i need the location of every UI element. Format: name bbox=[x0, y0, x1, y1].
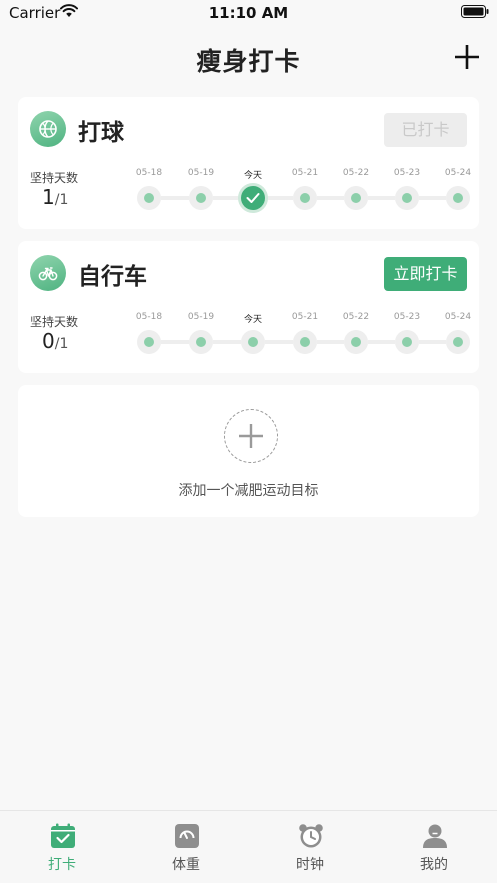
timeline-connector bbox=[419, 196, 446, 200]
check-in-now-button[interactable]: 立即打卡 bbox=[384, 257, 467, 291]
day-dot-inner bbox=[248, 337, 258, 347]
day-dot bbox=[395, 186, 419, 210]
tab-label: 打卡 bbox=[48, 857, 76, 873]
day-dot-inner bbox=[351, 193, 361, 203]
timeline-connector bbox=[368, 340, 395, 344]
day-label: 05-19 bbox=[187, 312, 215, 322]
day-dot bbox=[344, 330, 368, 354]
day-label: 05-23 bbox=[393, 312, 421, 322]
tab-weight[interactable]: 体重 bbox=[124, 811, 248, 883]
check-icon bbox=[246, 193, 260, 203]
day-dot bbox=[189, 330, 213, 354]
tab-bar: 打卡 体重 时钟 我的 bbox=[0, 810, 497, 883]
day-dot bbox=[446, 186, 470, 210]
streak-value: 1/1 bbox=[42, 185, 68, 209]
timeline-connector bbox=[317, 196, 344, 200]
tab-label: 时钟 bbox=[296, 857, 324, 873]
timeline-connector bbox=[213, 196, 241, 200]
status-bar: Carrier 11:10 AM bbox=[0, 0, 497, 26]
day-dot bbox=[446, 330, 470, 354]
add-goal-label: 添加一个减肥运动目标 bbox=[178, 483, 319, 499]
day-dot bbox=[137, 330, 161, 354]
streak-value: 0/1 bbox=[42, 329, 68, 353]
streak-total: /1 bbox=[54, 192, 69, 208]
habit-card-bicycle[interactable]: 自行车 立即打卡 坚持天数 0/1 05-18 05-19 今天 05-21 05-22… bbox=[18, 241, 479, 373]
tab-checkin[interactable]: 打卡 bbox=[0, 811, 124, 883]
day-label: 05-21 bbox=[291, 168, 319, 178]
day-label: 05-21 bbox=[291, 312, 319, 322]
day-dot-inner bbox=[300, 337, 310, 347]
day-label: 05-24 bbox=[444, 168, 472, 178]
calendar-check-icon bbox=[51, 823, 75, 848]
day-dot-inner bbox=[196, 337, 206, 347]
day-dot bbox=[293, 330, 317, 354]
day-dot-inner bbox=[453, 337, 463, 347]
tab-label: 我的 bbox=[420, 857, 448, 873]
streak-label: 坚持天数 bbox=[30, 315, 79, 329]
day-label: 05-22 bbox=[342, 168, 370, 178]
day-dot bbox=[344, 186, 368, 210]
streak-count: 0 bbox=[42, 329, 55, 353]
day-dot bbox=[293, 186, 317, 210]
tab-profile[interactable]: 我的 bbox=[372, 811, 496, 883]
day-label: 05-24 bbox=[444, 312, 472, 322]
battery-icon bbox=[461, 5, 489, 18]
tab-clock[interactable]: 时钟 bbox=[248, 811, 372, 883]
day-dot-inner bbox=[144, 193, 154, 203]
timeline-connector bbox=[419, 340, 446, 344]
timeline-connector bbox=[265, 196, 293, 200]
plus-icon bbox=[239, 424, 263, 448]
day-label: 05-18 bbox=[135, 168, 163, 178]
add-goal-card[interactable]: 添加一个减肥运动目标 bbox=[18, 385, 479, 517]
streak-label: 坚持天数 bbox=[30, 171, 79, 185]
day-dot-inner bbox=[351, 337, 361, 347]
tab-label: 体重 bbox=[172, 857, 200, 873]
day-label: 今天 bbox=[243, 171, 262, 181]
day-dot-inner bbox=[453, 193, 463, 203]
basketball-icon bbox=[30, 111, 66, 147]
user-icon bbox=[423, 824, 447, 848]
habit-name: 打球 bbox=[78, 120, 124, 146]
day-dot bbox=[189, 186, 213, 210]
streak-total: /1 bbox=[54, 336, 69, 352]
day-label: 05-23 bbox=[393, 168, 421, 178]
day-dot-inner bbox=[196, 193, 206, 203]
page-title: 瘦身打卡 bbox=[196, 47, 301, 76]
day-dot bbox=[395, 330, 419, 354]
day-dot bbox=[241, 330, 265, 354]
habit-name: 自行车 bbox=[78, 264, 147, 290]
day-dot bbox=[137, 186, 161, 210]
bicycle-icon bbox=[30, 255, 66, 291]
day-dot-inner bbox=[144, 337, 154, 347]
alarm-clock-icon bbox=[299, 824, 323, 848]
add-goal-button[interactable] bbox=[224, 409, 278, 463]
status-time: 11:10 AM bbox=[208, 4, 289, 22]
day-label: 05-18 bbox=[135, 312, 163, 322]
timeline-connector bbox=[161, 340, 189, 344]
timeline-connector bbox=[317, 340, 344, 344]
timeline-connector bbox=[213, 340, 241, 344]
timeline-connector bbox=[368, 196, 395, 200]
day-dot-inner bbox=[300, 193, 310, 203]
scale-icon bbox=[175, 824, 199, 848]
day-label: 05-22 bbox=[342, 312, 370, 322]
checked-in-button[interactable]: 已打卡 bbox=[384, 113, 467, 147]
day-dot-inner bbox=[402, 337, 412, 347]
day-label: 05-19 bbox=[187, 168, 215, 178]
streak-count: 1 bbox=[42, 185, 55, 209]
day-dot-inner bbox=[402, 193, 412, 203]
day-label: 今天 bbox=[243, 315, 262, 325]
timeline-connector bbox=[265, 340, 293, 344]
day-checked-dot bbox=[241, 186, 265, 210]
habit-card-basketball[interactable]: 打球 已打卡 坚持天数 1/1 05-18 05-19 今天 05-21 05-22 05… bbox=[18, 97, 479, 229]
add-button[interactable] bbox=[450, 40, 484, 74]
timeline-connector bbox=[161, 196, 189, 200]
